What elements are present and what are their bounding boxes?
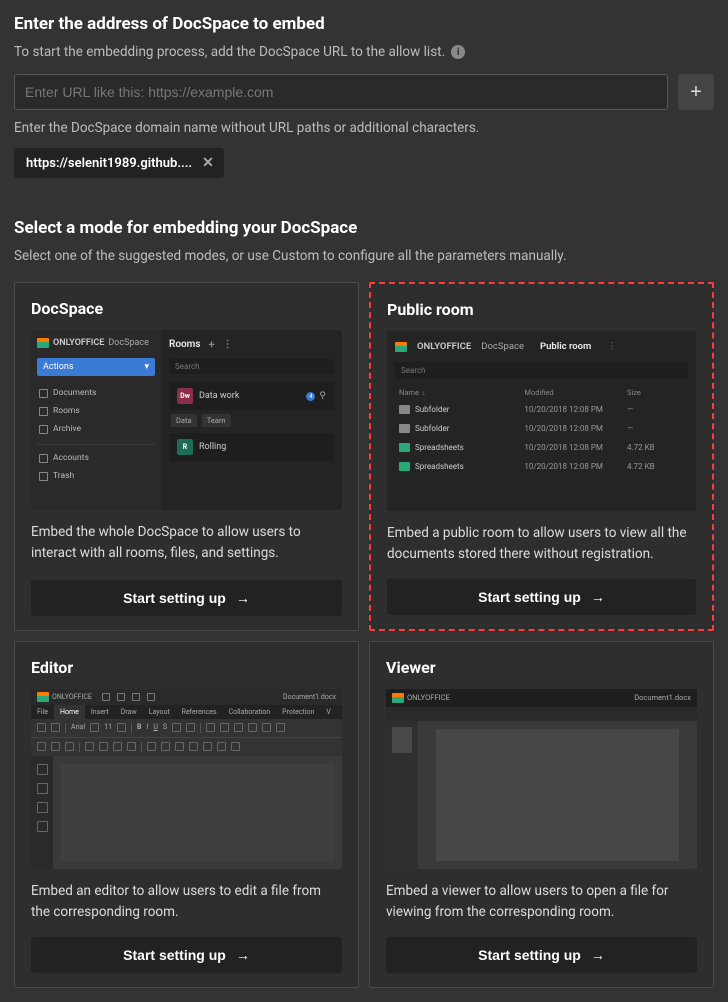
nav-icon [37,802,48,813]
print-icon [117,693,125,701]
card-editor-desc: Embed an editor to allow users to edit a… [31,881,342,923]
viewer-page [436,729,679,861]
section1-title: Enter the address of DocSpace to embed [14,14,714,34]
add-url-button[interactable]: + [678,74,714,110]
room-item: R Rolling [169,433,334,461]
arrow-right-icon: → [236,590,250,606]
card-editor[interactable]: Editor ONLYOFFICE Document1.docx FileHom… [14,641,359,988]
card-docspace[interactable]: DocSpace ONLYOFFICE DocSpace Actions ▾ [14,282,359,631]
editor-tab: Draw [115,705,143,719]
editor-tabs: FileHomeInsertDrawLayoutReferencesCollab… [31,705,342,719]
section1-subtitle-row: To start the embedding process, add the … [14,44,714,60]
card-viewer-preview: ONLYOFFICE Document1.docx [386,689,697,869]
trash-icon [39,472,48,481]
save-icon [102,693,110,701]
more-icon: ⋮ [223,339,234,350]
editor-setup-button[interactable]: Start setting up → [31,937,342,973]
card-viewer-desc: Embed a viewer to allow users to open a … [386,881,697,923]
section1-subtitle: To start the embedding process, add the … [14,44,445,60]
logo-icon [392,693,404,703]
logo-icon [395,342,407,352]
editor-ribbon: Arial 11 B I U S [31,719,342,737]
sort-icon: ↓ [422,388,426,397]
card-public-room[interactable]: Public room ONLYOFFICE DocSpace Public r… [369,282,714,631]
editor-tab: Insert [85,705,115,719]
accounts-icon [39,454,48,463]
room-item: Dw Data work 4 ⚲ [169,382,334,410]
sidebar-nav: Documents Rooms Archive Accounts Trash [37,384,155,485]
viewer-thumbnails [386,721,418,869]
plus-icon: + [690,81,702,104]
search-input-preview: Search [395,362,688,379]
editor-tab: Home [54,705,85,719]
chevron-down-icon: ▾ [144,362,149,372]
table-row: Spreadsheets10/20/2018 12:08 PM4.72 KB [395,457,688,476]
table-row: Subfolder10/20/2018 12:08 PM— [395,419,688,438]
actions-dropdown: Actions ▾ [37,358,155,376]
docspace-setup-button[interactable]: Start setting up → [31,580,342,616]
editor-left-panel [31,756,53,869]
table-header: Name↓ Modified Size [395,385,688,400]
editor-tab: File [31,705,54,719]
notification-badge-icon: 4 [306,392,315,401]
close-icon[interactable]: ✕ [202,155,214,171]
folder-icon [399,405,410,414]
url-chip: https://selenit1989.github.... ✕ [14,148,224,178]
sheet-icon [399,462,410,471]
folder-icon [399,424,410,433]
card-docspace-desc: Embed the whole DocSpace to allow users … [31,522,342,566]
card-docspace-preview: ONLYOFFICE DocSpace Actions ▾ Documents … [31,330,342,510]
card-docspace-title: DocSpace [31,299,342,318]
tag: Team [202,414,231,427]
card-viewer[interactable]: Viewer ONLYOFFICE Document1.docx Embed a… [369,641,714,988]
table-row: Spreadsheets10/20/2018 12:08 PM4.72 KB [395,438,688,457]
undo-icon [132,693,140,701]
search-icon [37,764,48,775]
info-icon[interactable]: i [451,45,465,59]
redo-icon [147,693,155,701]
section2-title: Select a mode for embedding your DocSpac… [14,218,714,238]
pin-icon: ⚲ [319,391,326,401]
search-input-preview: Search [169,359,334,374]
editor-tab: Collaboration [223,705,277,719]
logo-icon [37,338,49,348]
card-editor-preview: ONLYOFFICE Document1.docx FileHomeInsert… [31,689,342,869]
plus-icon: + [209,338,215,351]
rooms-icon [39,407,48,416]
editor-tab: References [176,705,223,719]
tag: Data [171,414,197,427]
editor-ribbon-2 [31,737,342,756]
arrow-right-icon: → [591,589,605,605]
editor-page [61,764,334,861]
url-input[interactable] [14,74,668,110]
card-public-title: Public room [387,300,696,319]
url-helper-text: Enter the DocSpace domain name without U… [14,120,714,136]
room-badge: Dw [177,388,193,404]
editor-tab: Protection [276,705,320,719]
card-viewer-title: Viewer [386,658,697,677]
more-icon: ⋮ [607,341,617,352]
sheet-icon [399,443,410,452]
card-public-preview: ONLYOFFICE DocSpace Public room ⋮ Search… [387,331,696,511]
room-badge: R [177,439,193,455]
documents-icon [39,389,48,398]
viewer-toolbar [386,707,697,721]
table-row: Subfolder10/20/2018 12:08 PM— [395,400,688,419]
public-setup-button[interactable]: Start setting up → [387,579,696,615]
editor-tab: Layout [143,705,176,719]
editor-tab: V [320,705,336,719]
archive-icon [39,425,48,434]
viewer-setup-button[interactable]: Start setting up → [386,937,697,973]
card-public-desc: Embed a public room to allow users to vi… [387,523,696,565]
arrow-right-icon: → [236,947,250,963]
onlyoffice-logo: ONLYOFFICE DocSpace [37,338,155,348]
comments-icon [37,783,48,794]
logo-icon [37,692,49,702]
url-chip-label: https://selenit1989.github.... [26,156,192,171]
section2-subtitle: Select one of the suggested modes, or us… [14,248,714,264]
arrow-right-icon: → [591,947,605,963]
card-editor-title: Editor [31,658,342,677]
feedback-icon [37,821,48,832]
